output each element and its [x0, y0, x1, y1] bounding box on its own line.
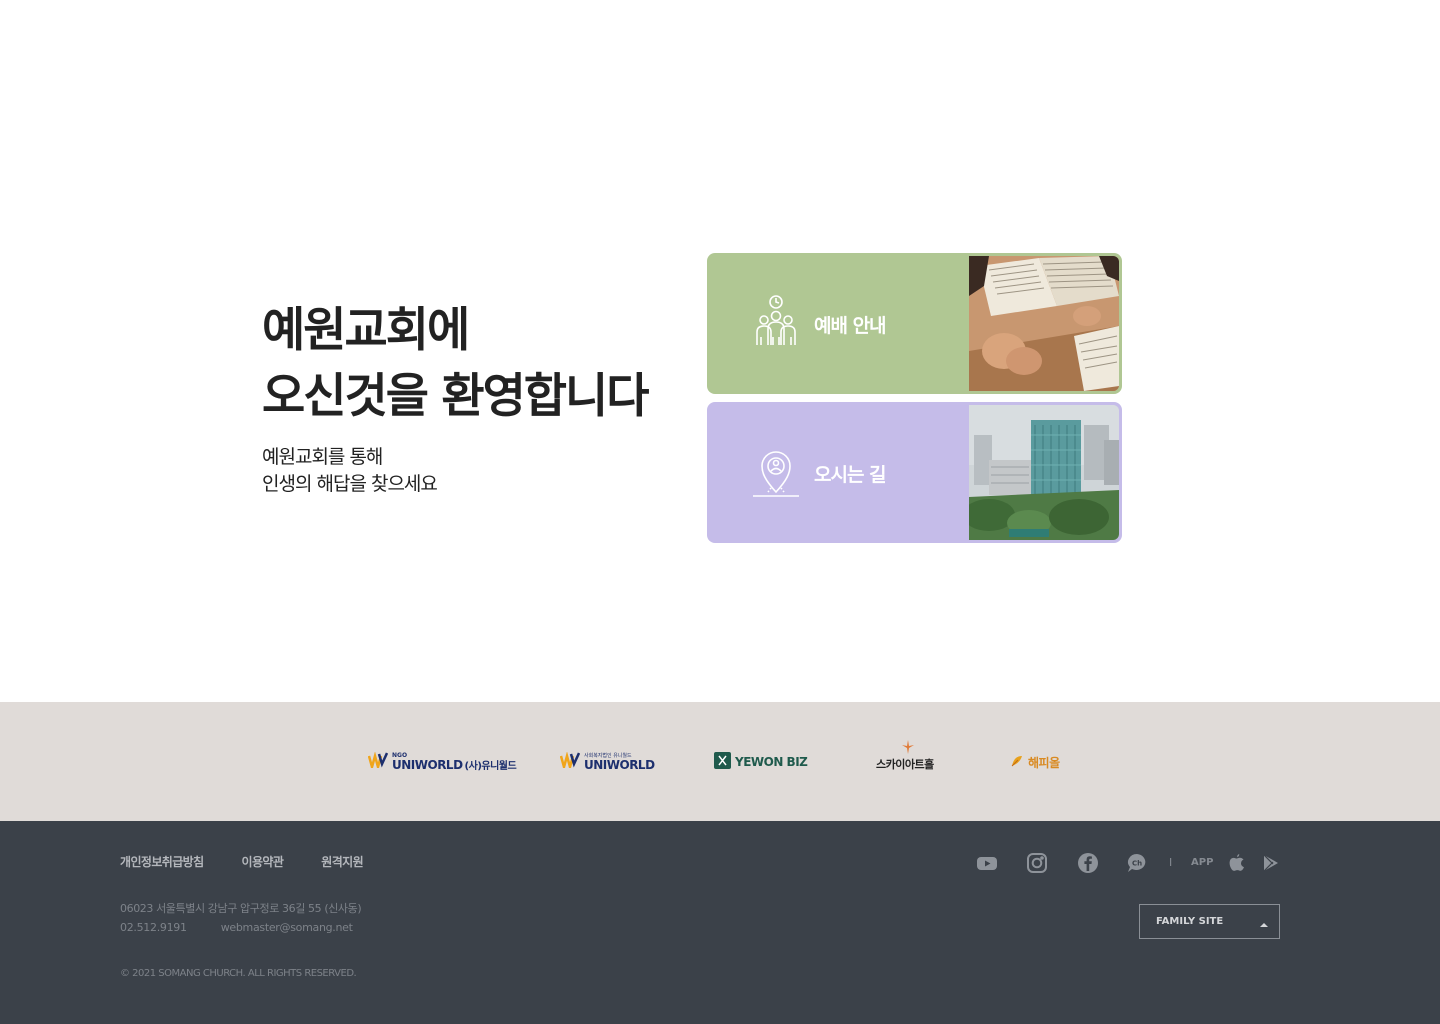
partner-1-sub: (사)유니월드 — [464, 760, 517, 772]
hero-title-line1: 예원교회에 — [262, 303, 470, 358]
partner-5-name: 해피올 — [1028, 755, 1060, 770]
footer-copyright: © 2021 SOMANG CHURCH. ALL RIGHTS RESERVE… — [120, 968, 357, 979]
footer-phone: 02.512.9191 — [120, 921, 187, 934]
church-building-photo — [969, 405, 1119, 540]
uniworld-logo-mark-icon — [559, 751, 581, 772]
partner-3-name: YEWON BIZ — [735, 755, 808, 769]
app-label: APP — [1191, 857, 1214, 868]
page: 예원교회에 오신것을 환영합니다 예원교회를 통해 인생의 해답을 찾으세요 예… — [0, 0, 1440, 1024]
worship-guide-label: 예배 안내 — [814, 315, 887, 337]
location-guide-card[interactable]: 오시는 길 — [707, 402, 1122, 543]
hero-text: 예원교회에 오신것을 환영합니다 예원교회를 통해 인생의 해답을 찾으세요 — [262, 298, 692, 498]
hero-section: 예원교회에 오신것을 환영합니다 예원교회를 통해 인생의 해답을 찾으세요 예… — [0, 0, 1440, 702]
app-separator: I — [1169, 856, 1173, 869]
family-site-select[interactable]: FAMILY SITE — [1139, 904, 1280, 939]
hero-title: 예원교회에 오신것을 환영합니다 — [262, 298, 692, 430]
google-play-icon[interactable] — [1261, 852, 1283, 874]
partner-yewon-biz[interactable]: YEWON BIZ — [714, 742, 808, 782]
partner-uniworld-ngo[interactable]: NGO UNIWORLD (사)유니월드 — [367, 742, 517, 782]
svg-text:Ch: Ch — [1132, 860, 1142, 868]
partner-2-name: UNIWORLD — [584, 757, 655, 772]
hero-subtitle-line1: 예원교회를 통해 — [262, 446, 383, 468]
footer-contact: 02.512.9191 webmaster@somang.net — [120, 921, 353, 934]
hero-title-line2: 오신것을 환영합니다 — [262, 369, 650, 424]
worship-photo — [969, 256, 1119, 391]
remote-support-link[interactable]: 원격지원 — [321, 853, 363, 870]
footer-address: 06023 서울특별시 강남구 압구정로 36길 55 (신사동) — [120, 902, 362, 915]
footer: 개인정보취급방침 이용약관 원격지원 06023 서울특별시 강남구 압구정로 … — [0, 821, 1440, 1024]
family-site-label: FAMILY SITE — [1156, 916, 1224, 927]
location-guide-label: 오시는 길 — [814, 464, 887, 486]
map-pin-icon — [751, 442, 801, 502]
privacy-policy-link[interactable]: 개인정보취급방침 — [120, 853, 204, 870]
partner-4-name: 스카이아트홀 — [876, 757, 934, 771]
partner-uniworld-welfare[interactable]: 사회복지법인 유니월드 UNIWORLD — [559, 742, 655, 782]
apple-icon[interactable] — [1227, 852, 1249, 874]
sky-art-hall-logo-icon — [902, 739, 914, 758]
yewon-biz-logo-icon — [714, 751, 731, 773]
instagram-icon[interactable] — [1026, 852, 1048, 874]
footer-email: webmaster@somang.net — [220, 921, 353, 934]
partner-sky-art-hall[interactable]: 스카이아트홀 — [876, 739, 934, 782]
partner-logos-band: NGO UNIWORLD (사)유니월드 사회복지법인 유니월드 UNIWORL… — [0, 702, 1440, 821]
happy-all-logo-icon — [1010, 753, 1024, 772]
partner-1-name: UNIWORLD — [392, 757, 463, 772]
caret-up-icon — [1259, 918, 1269, 927]
kakao-channel-icon[interactable]: Ch — [1126, 852, 1148, 874]
facebook-icon[interactable] — [1077, 852, 1099, 874]
hero-subtitle-line2: 인생의 해답을 찾으세요 — [262, 473, 438, 495]
terms-link[interactable]: 이용약관 — [242, 853, 284, 870]
footer-links: 개인정보취급방침 이용약관 원격지원 — [120, 853, 364, 870]
uniworld-logo-mark-icon — [367, 751, 389, 772]
worship-guide-card[interactable]: 예배 안내 — [707, 253, 1122, 394]
youtube-icon[interactable] — [976, 852, 998, 874]
partner-happy-all[interactable]: 해피올 — [1010, 742, 1060, 782]
people-clock-icon — [751, 293, 801, 353]
hero-subtitle: 예원교회를 통해 인생의 해답을 찾으세요 — [262, 444, 692, 498]
